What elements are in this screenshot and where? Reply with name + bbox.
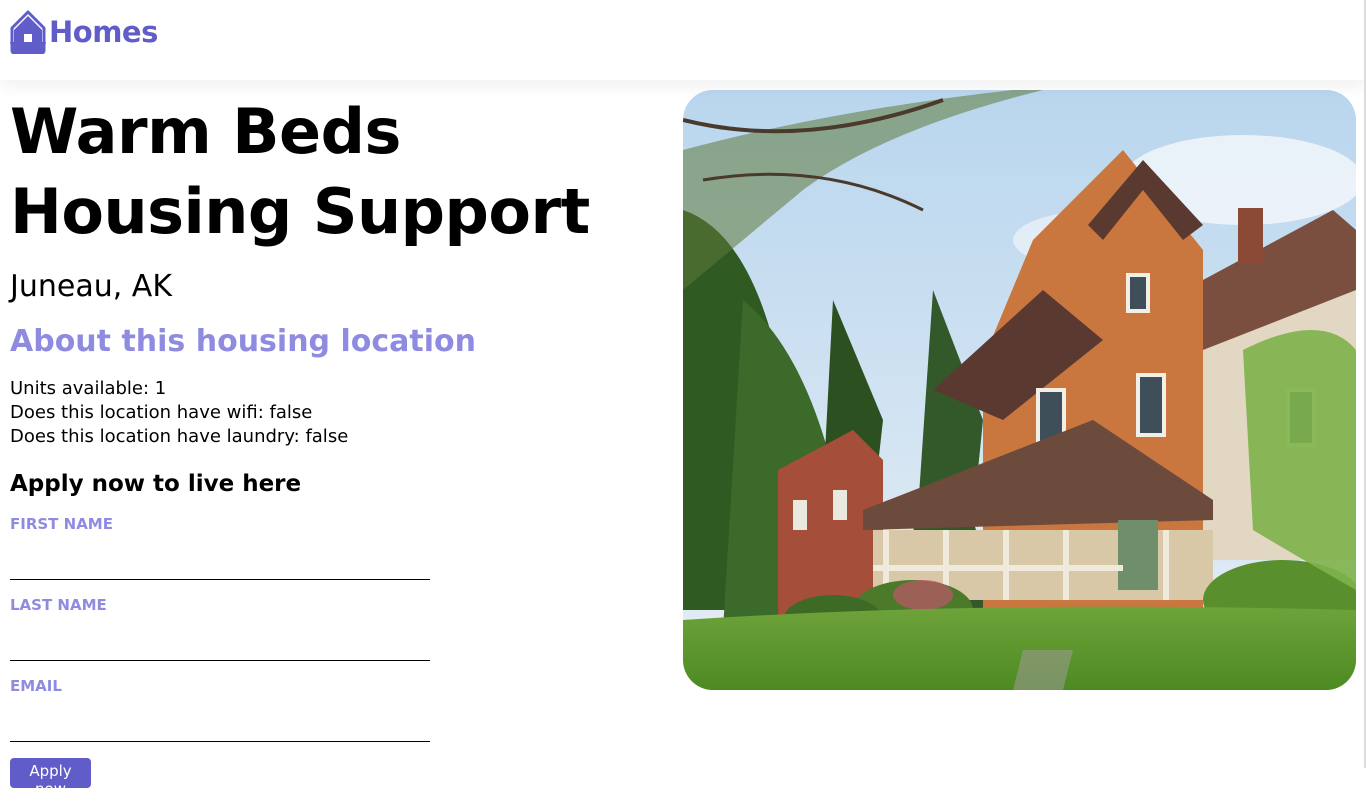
homes-logo-link[interactable]: Homes [10,10,158,54]
feature-units: Units available: 1 [10,378,167,399]
feature-wifi: Does this location have wifi: false [10,402,313,423]
house-photo [683,90,1356,690]
last-name-input[interactable] [10,631,430,661]
first-name-input[interactable] [10,550,430,580]
listing-location: Juneau, AK [10,269,172,304]
top-header: Homes [0,0,1366,80]
house-icon [10,10,46,54]
listing-title: Warm Beds Housing Support [10,95,590,248]
email-input[interactable] [10,712,430,742]
first-name-label: FIRST NAME [10,515,113,533]
apply-button[interactable]: Apply now [10,758,91,798]
about-heading: About this housing location [10,324,476,359]
feature-laundry: Does this location have laundry: false [10,426,349,447]
listing-features: Units available: 1 Does this location ha… [10,377,348,449]
email-label: EMAIL [10,677,62,695]
apply-heading: Apply now to live here [10,471,302,497]
last-name-label: LAST NAME [10,596,107,614]
logo-text: Homes [49,14,158,49]
